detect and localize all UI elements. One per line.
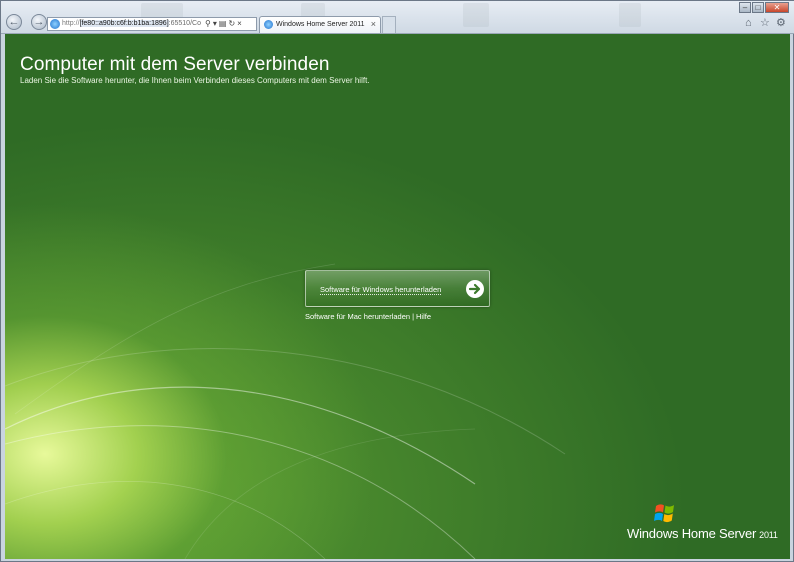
refresh-icon[interactable]: ↻ <box>228 19 237 28</box>
secondary-links: Software für Mac herunterladen | Hilfe <box>305 312 431 321</box>
forward-button[interactable]: → <box>31 14 47 30</box>
page-content: Computer mit dem Server verbinden Laden … <box>5 34 790 559</box>
ie-page-icon <box>50 19 60 29</box>
browser-window: ← → http://[fe80::a90b:c6f:b:b1ba:1896]:… <box>0 0 794 562</box>
minimize-button[interactable]: – <box>739 2 751 13</box>
tab-title: Windows Home Server 2011 <box>276 21 365 28</box>
address-bar-tools: ⚲▾▤↻× <box>205 17 244 31</box>
page-title: Computer mit dem Server verbinden <box>20 54 330 75</box>
brand-name: Windows Home Server 2011 <box>627 526 778 541</box>
compat-view-icon[interactable]: ▤ <box>219 19 229 28</box>
arrow-right-icon <box>466 280 484 298</box>
close-icon: ✕ <box>773 3 781 12</box>
tools-gear-icon[interactable]: ⚙ <box>776 17 786 29</box>
maximize-icon: □ <box>755 3 761 12</box>
close-window-button[interactable]: ✕ <box>765 2 789 13</box>
brand-year: 2011 <box>759 530 778 540</box>
browser-chrome: ← → http://[fe80::a90b:c6f:b:b1ba:1896]:… <box>1 1 794 34</box>
tab-close-icon[interactable]: × <box>371 17 376 32</box>
brand-product-name: Windows Home Server <box>627 526 757 541</box>
brand-logo-block: Windows Home Server 2011 <box>627 502 787 547</box>
page-subtitle: Laden Sie die Software herunter, die Ihn… <box>20 76 370 85</box>
home-icon[interactable]: ⌂ <box>745 17 752 29</box>
download-mac-link[interactable]: Software für Mac herunterladen <box>305 312 410 321</box>
windows-flag-logo <box>654 504 674 523</box>
download-windows-label: Software für Windows herunterladen <box>320 285 442 295</box>
address-host: [fe80::a90b:c6f:b:b1ba:1896] <box>79 20 169 27</box>
help-link[interactable]: Hilfe <box>416 312 431 321</box>
stop-icon[interactable]: × <box>237 19 244 28</box>
forward-icon: → <box>33 16 45 28</box>
minimize-icon: – <box>742 3 748 12</box>
background-ghost-element <box>619 3 641 27</box>
maximize-button[interactable]: □ <box>752 2 764 13</box>
address-path: :65510/Co <box>168 20 201 27</box>
new-tab-button[interactable] <box>382 16 396 33</box>
tab-page-icon <box>264 20 273 29</box>
favorites-star-icon[interactable]: ☆ <box>760 17 770 29</box>
search-icon[interactable]: ⚲ <box>205 19 213 28</box>
download-windows-button[interactable]: Software für Windows herunterladen <box>305 270 490 307</box>
back-icon: ← <box>8 16 20 28</box>
address-scheme: http:// <box>62 20 80 27</box>
back-button[interactable]: ← <box>6 14 22 30</box>
background-ghost-element <box>463 3 489 27</box>
tab-windows-home-server[interactable]: Windows Home Server 2011 × <box>259 16 381 33</box>
link-separator: | <box>412 312 415 321</box>
